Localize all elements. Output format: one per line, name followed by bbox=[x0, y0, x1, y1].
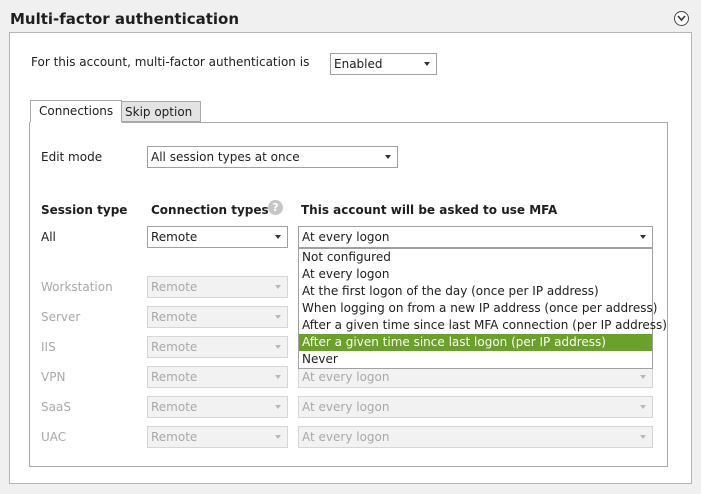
dropdown-arrow-icon bbox=[640, 375, 646, 379]
dropdown-arrow-icon bbox=[640, 235, 646, 239]
session-type-label: All bbox=[41, 230, 56, 244]
dropdown-arrow-icon bbox=[275, 285, 281, 289]
help-icon[interactable]: ? bbox=[268, 200, 283, 215]
connection-type-value: Remote bbox=[151, 310, 198, 324]
header-mfa: This account will be asked to use MFA bbox=[301, 203, 558, 217]
connection-type-value: Remote bbox=[151, 340, 198, 354]
dropdown-option[interactable]: Never bbox=[299, 351, 652, 368]
connection-type-select: Remote bbox=[147, 396, 288, 418]
section-title: Multi-factor authentication bbox=[10, 10, 240, 28]
connection-type-select: Remote bbox=[147, 366, 288, 388]
dropdown-option[interactable]: At every logon bbox=[299, 266, 652, 283]
dropdown-arrow-icon bbox=[275, 235, 281, 239]
collapse-button[interactable] bbox=[674, 11, 689, 26]
dropdown-arrow-icon bbox=[424, 62, 430, 66]
mfa-value: At every logon bbox=[302, 400, 390, 414]
session-type-label: VPN bbox=[41, 370, 66, 384]
mfa-value: At every logon bbox=[302, 430, 390, 444]
session-type-label: IIS bbox=[41, 340, 56, 354]
mfa-select: At every logon bbox=[298, 366, 653, 388]
connection-type-select: Remote bbox=[147, 336, 288, 358]
connection-type-value: Remote bbox=[151, 430, 198, 444]
connection-type-select: Remote bbox=[147, 276, 288, 298]
chevron-down-icon bbox=[677, 15, 686, 22]
dropdown-arrow-icon bbox=[640, 435, 646, 439]
account-mfa-label: For this account, multi-factor authentic… bbox=[31, 55, 310, 69]
account-mfa-status-select[interactable]: Enabled bbox=[330, 53, 437, 75]
mfa-select: At every logon bbox=[298, 426, 653, 448]
dropdown-arrow-icon bbox=[640, 405, 646, 409]
connection-type-select: Remote bbox=[147, 306, 288, 328]
connection-type-value: Remote bbox=[151, 280, 198, 294]
dropdown-option[interactable]: After a given time since last MFA connec… bbox=[299, 317, 667, 334]
connection-type-select[interactable]: Remote bbox=[147, 226, 288, 248]
account-mfa-status-value: Enabled bbox=[334, 57, 383, 71]
dropdown-arrow-icon bbox=[275, 435, 281, 439]
connection-type-select: Remote bbox=[147, 426, 288, 448]
tab-skip-option[interactable]: Skip option bbox=[116, 101, 202, 122]
dropdown-option-highlighted[interactable]: After a given time since last logon (per… bbox=[299, 334, 652, 351]
session-type-label: Server bbox=[41, 310, 81, 324]
connection-type-value: Remote bbox=[151, 370, 198, 384]
edit-mode-label: Edit mode bbox=[41, 150, 103, 164]
dropdown-arrow-icon bbox=[275, 315, 281, 319]
edit-mode-value: All session types at once bbox=[151, 150, 300, 164]
tab-connections[interactable]: Connections bbox=[30, 100, 123, 123]
header-connection-types: Connection types bbox=[151, 203, 269, 217]
edit-mode-select[interactable]: All session types at once bbox=[147, 146, 398, 168]
dropdown-option[interactable]: Not configured bbox=[299, 249, 652, 266]
mfa-select[interactable]: At every logon bbox=[298, 226, 653, 248]
mfa-value: At every logon bbox=[302, 230, 390, 244]
dropdown-arrow-icon bbox=[275, 345, 281, 349]
dropdown-arrow-icon bbox=[275, 375, 281, 379]
mfa-value: At every logon bbox=[302, 370, 390, 384]
mfa-dropdown-list: Not configured At every logon At the fir… bbox=[298, 248, 667, 369]
dropdown-arrow-icon bbox=[385, 155, 391, 159]
session-type-label: SaaS bbox=[41, 400, 71, 414]
dropdown-option[interactable]: When logging on from a new IP address (o… bbox=[299, 300, 657, 317]
dropdown-option[interactable]: At the first logon of the day (once per … bbox=[299, 283, 652, 300]
session-type-label: Workstation bbox=[41, 280, 113, 294]
mfa-select: At every logon bbox=[298, 396, 653, 418]
header-session-type: Session type bbox=[41, 203, 128, 217]
connection-type-value: Remote bbox=[151, 230, 198, 244]
dropdown-arrow-icon bbox=[275, 405, 281, 409]
session-type-label: UAC bbox=[41, 430, 67, 444]
connection-type-value: Remote bbox=[151, 400, 198, 414]
